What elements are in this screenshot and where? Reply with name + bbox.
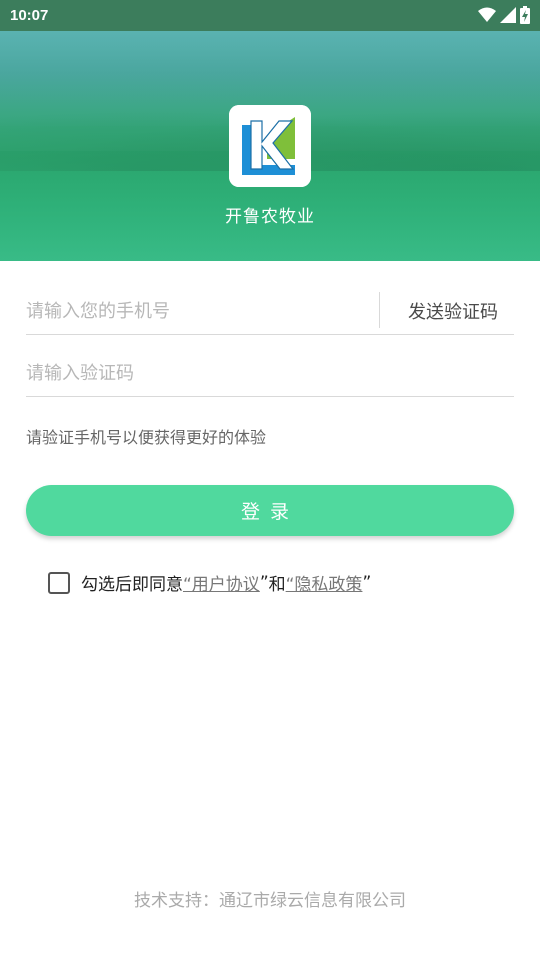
agreement-checkbox[interactable] — [48, 571, 70, 594]
phone-field-row: 发送验证码 — [26, 289, 514, 335]
agreement-prefix: 勾选后即同意 — [81, 575, 183, 595]
login-button[interactable]: 登录 — [26, 485, 514, 536]
phone-input[interactable] — [26, 289, 366, 333]
quote-close: ” — [259, 572, 269, 593]
verification-code-input[interactable] — [26, 351, 366, 395]
user-agreement-link[interactable]: “用户协议 — [183, 570, 260, 595]
code-field-row — [26, 351, 514, 397]
app-logo — [229, 105, 311, 187]
k-logo-icon — [229, 105, 311, 187]
privacy-policy-link[interactable]: “隐私政策 — [286, 570, 363, 595]
send-code-button[interactable]: 发送验证码 — [408, 298, 498, 324]
tech-support-footer: 技术支持：通辽市绿云信息有限公司 — [134, 891, 406, 911]
battery-charging-icon — [520, 6, 530, 24]
signal-icon — [500, 7, 516, 23]
status-icons — [478, 6, 530, 24]
status-bar: 10:07 — [0, 0, 540, 31]
verify-hint-text: 请验证手机号以便获得更好的体验 — [26, 428, 267, 447]
field-divider — [379, 292, 380, 328]
wifi-icon — [478, 7, 496, 22]
quote-close: ” — [362, 572, 372, 593]
status-time: 10:07 — [10, 7, 49, 24]
app-name: 开鲁农牧业 — [225, 207, 315, 227]
agreement-row: 勾选后即同意 “用户协议 ” 和 “隐私政策 ” — [48, 570, 371, 595]
agreement-and: 和 — [268, 575, 286, 595]
